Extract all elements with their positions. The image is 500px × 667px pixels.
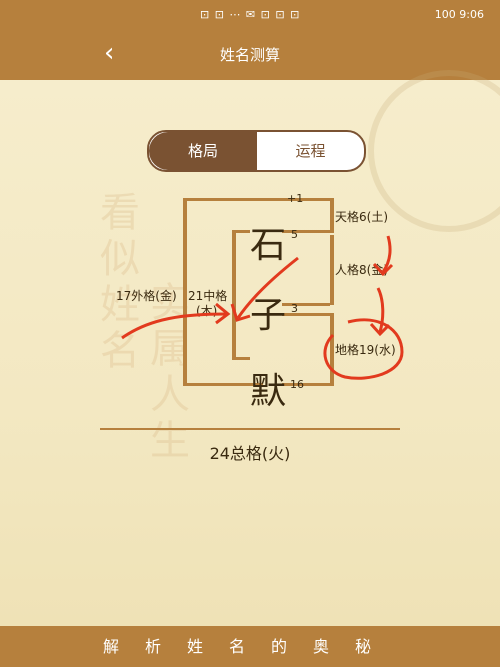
arrow-right-to-zhong [236,256,299,319]
footer-banner: 解析姓名的奥秘 [0,626,500,667]
arrow-to-di [376,287,385,333]
arrow-to-ren-head [372,262,394,277]
name-analysis-screen: ⊡ ⊡ ⋯ ✉ ⊡ ⊡ ⊡ 100 9:06 ‹ 姓名测算 看似姓名 实属人生 … [0,0,500,667]
circle-di [323,318,404,380]
arrow-left-to-zhong [121,312,227,340]
red-annotations [121,235,404,380]
